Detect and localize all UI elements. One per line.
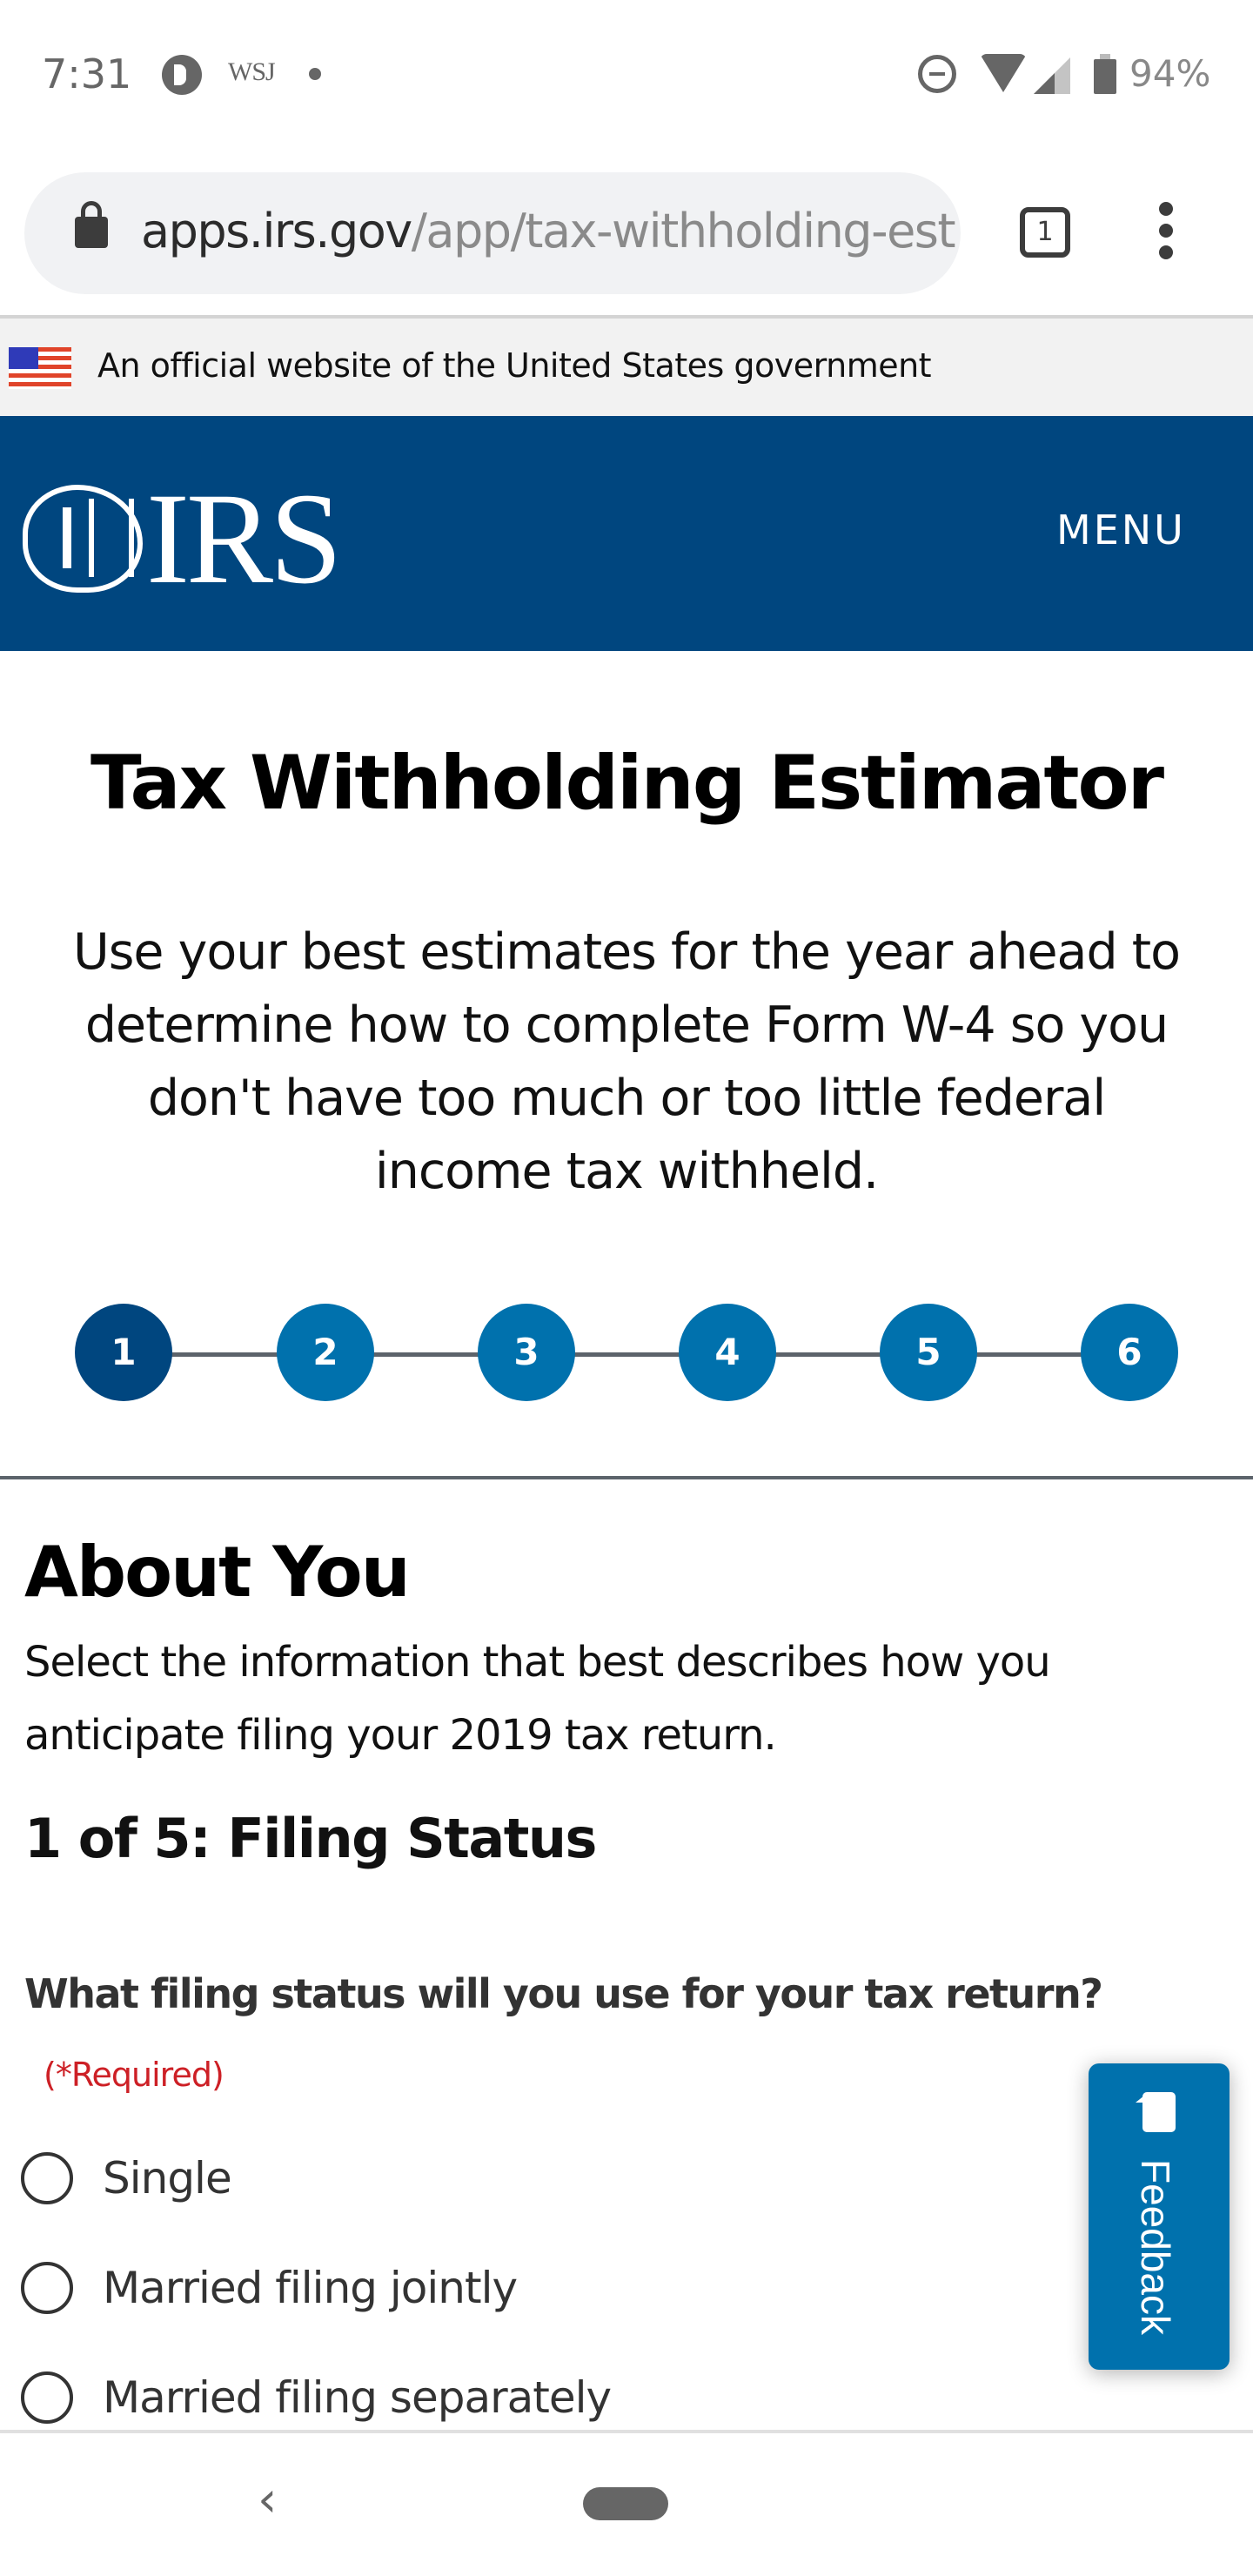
feedback-button[interactable]: Feedback	[1089, 2063, 1230, 2370]
radio-label[interactable]: Married filing jointly	[103, 2263, 518, 2313]
feedback-label: Feedback	[1133, 2159, 1178, 2336]
radio-button[interactable]	[21, 2152, 73, 2204]
section-divider	[0, 1476, 1253, 1479]
site-header: IRS MENU	[0, 416, 1253, 651]
wifi-icon	[980, 54, 1027, 92]
wsj-icon: WSJ	[228, 57, 276, 86]
page-title: Tax Withholding Estimator	[90, 740, 1164, 827]
radio-button[interactable]	[21, 2262, 73, 2314]
battery-percent: 94%	[1129, 52, 1211, 95]
step-4[interactable]: 4	[679, 1304, 776, 1401]
gov-banner: An official website of the United States…	[0, 319, 1253, 416]
system-nav-bar: ‹	[0, 2433, 1253, 2576]
chat-bubble-icon	[1136, 2092, 1176, 2132]
question-label: What filing status will you use for your…	[24, 1970, 1103, 2017]
gov-banner-text: An official website of the United States…	[97, 346, 932, 385]
address-bar[interactable]: apps.irs.gov/app/tax-withholding-est	[24, 172, 961, 294]
home-pill-handle[interactable]	[583, 2487, 668, 2520]
tab-switcher-button[interactable]: 1	[1020, 207, 1070, 258]
stepper-line	[124, 1352, 1129, 1357]
signal-icon	[1034, 57, 1070, 94]
step-5[interactable]: 5	[880, 1304, 977, 1401]
radio-button[interactable]	[21, 2371, 73, 2424]
required-indicator: (*Required)	[44, 2056, 224, 2094]
irs-wordmark: IRS	[146, 466, 342, 611]
radio-label[interactable]: Married filing separately	[103, 2372, 612, 2423]
progress-stepper: 1 2 3 4 5 6	[0, 1304, 1253, 1405]
step-2[interactable]: 2	[277, 1304, 374, 1401]
us-flag-icon	[9, 347, 71, 389]
status-bar: 7:31 WSJ 94%	[0, 0, 1253, 148]
browser-toolbar: apps.irs.gov/app/tax-withholding-est 1	[0, 148, 1253, 319]
step-3[interactable]: 3	[478, 1304, 575, 1401]
notification-dot-icon	[309, 68, 321, 80]
lock-icon[interactable]	[75, 201, 108, 248]
intro-text: Use your best estimates for the year ahe…	[73, 923, 1181, 1200]
clock: 7:31	[42, 50, 132, 97]
radio-label[interactable]: Single	[103, 2153, 232, 2204]
radio-option-single[interactable]: Single	[21, 2148, 232, 2209]
radio-option-married-separately[interactable]: Married filing separately	[21, 2367, 612, 2428]
irs-logo[interactable]: IRS	[23, 473, 342, 604]
section-description: Select the information that best describ…	[24, 1638, 1051, 1760]
url-path: /app/tax-withholding-est	[411, 204, 956, 258]
battery-icon	[1094, 54, 1116, 94]
step-subtitle: 1 of 5: Filing Status	[24, 1807, 597, 1870]
section-title: About You	[24, 1532, 411, 1613]
irs-eagle-icon	[23, 485, 143, 593]
pandora-icon	[162, 55, 202, 95]
radio-option-married-jointly[interactable]: Married filing jointly	[21, 2257, 518, 2318]
menu-button[interactable]: MENU	[1056, 506, 1186, 553]
do-not-disturb-icon	[918, 55, 956, 93]
url-text[interactable]: apps.irs.gov/app/tax-withholding-est	[141, 204, 959, 258]
step-1[interactable]: 1	[75, 1304, 172, 1401]
url-host: apps.irs.gov	[141, 204, 412, 258]
back-icon[interactable]: ‹	[258, 2472, 277, 2528]
step-6[interactable]: 6	[1081, 1304, 1178, 1401]
more-options-icon[interactable]	[1157, 202, 1175, 259]
